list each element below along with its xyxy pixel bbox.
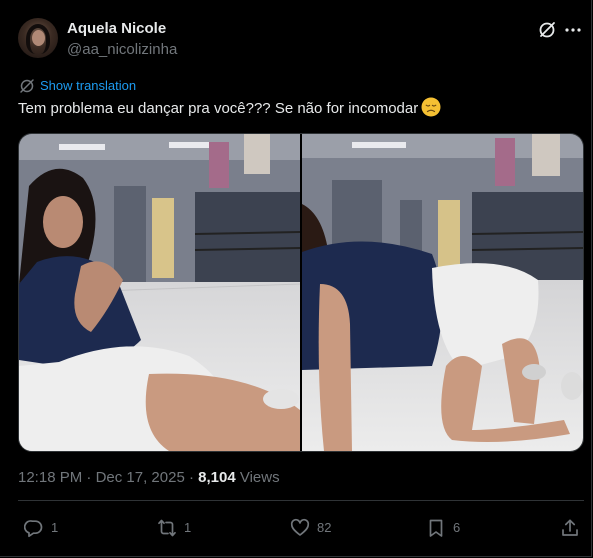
show-translation-label: Show translation — [40, 78, 137, 93]
post-date[interactable]: Dec 17, 2025 — [96, 469, 185, 486]
grok-icon[interactable] — [537, 20, 557, 40]
views-count: 8,104 — [198, 469, 236, 486]
reply-count: 1 — [51, 520, 59, 535]
tweet-text: Tem problema eu dançar pra você??? Se nã… — [18, 97, 441, 120]
like-count: 82 — [317, 520, 332, 535]
disappointed-face-emoji-icon — [421, 97, 441, 117]
post-meta: 12:18 PM · Dec 17, 2025 · 8,104 Views — [18, 469, 280, 486]
divider — [18, 500, 584, 501]
bookmark-count: 6 — [453, 520, 461, 535]
views-label: Views — [235, 469, 280, 486]
author-name[interactable]: Aquela Nicole — [67, 20, 166, 37]
repost-count: 1 — [184, 520, 192, 535]
avatar[interactable] — [18, 18, 58, 58]
reply-icon — [24, 520, 43, 538]
meta-separator: · — [184, 469, 199, 486]
post-time[interactable]: 12:18 PM — [18, 469, 82, 486]
tweet-text-body: Tem problema eu dançar pra você??? Se nã… — [18, 100, 419, 117]
media-photo-2[interactable] — [302, 134, 583, 451]
translate-icon — [20, 79, 34, 93]
author-handle[interactable]: @aa_nicolizinha — [67, 41, 177, 58]
repost-icon — [158, 519, 176, 537]
heart-icon — [290, 518, 310, 536]
share-icon — [562, 519, 578, 536]
meta-separator: · — [82, 469, 96, 486]
media-grid — [18, 133, 584, 452]
avatar-face — [32, 30, 45, 46]
post-card: Aquela Nicole @aa_nicolizinha Show trans… — [0, 0, 592, 557]
more-options-icon[interactable] — [563, 20, 583, 40]
media-photo-1[interactable] — [19, 134, 300, 451]
bookmark-icon — [429, 519, 443, 537]
